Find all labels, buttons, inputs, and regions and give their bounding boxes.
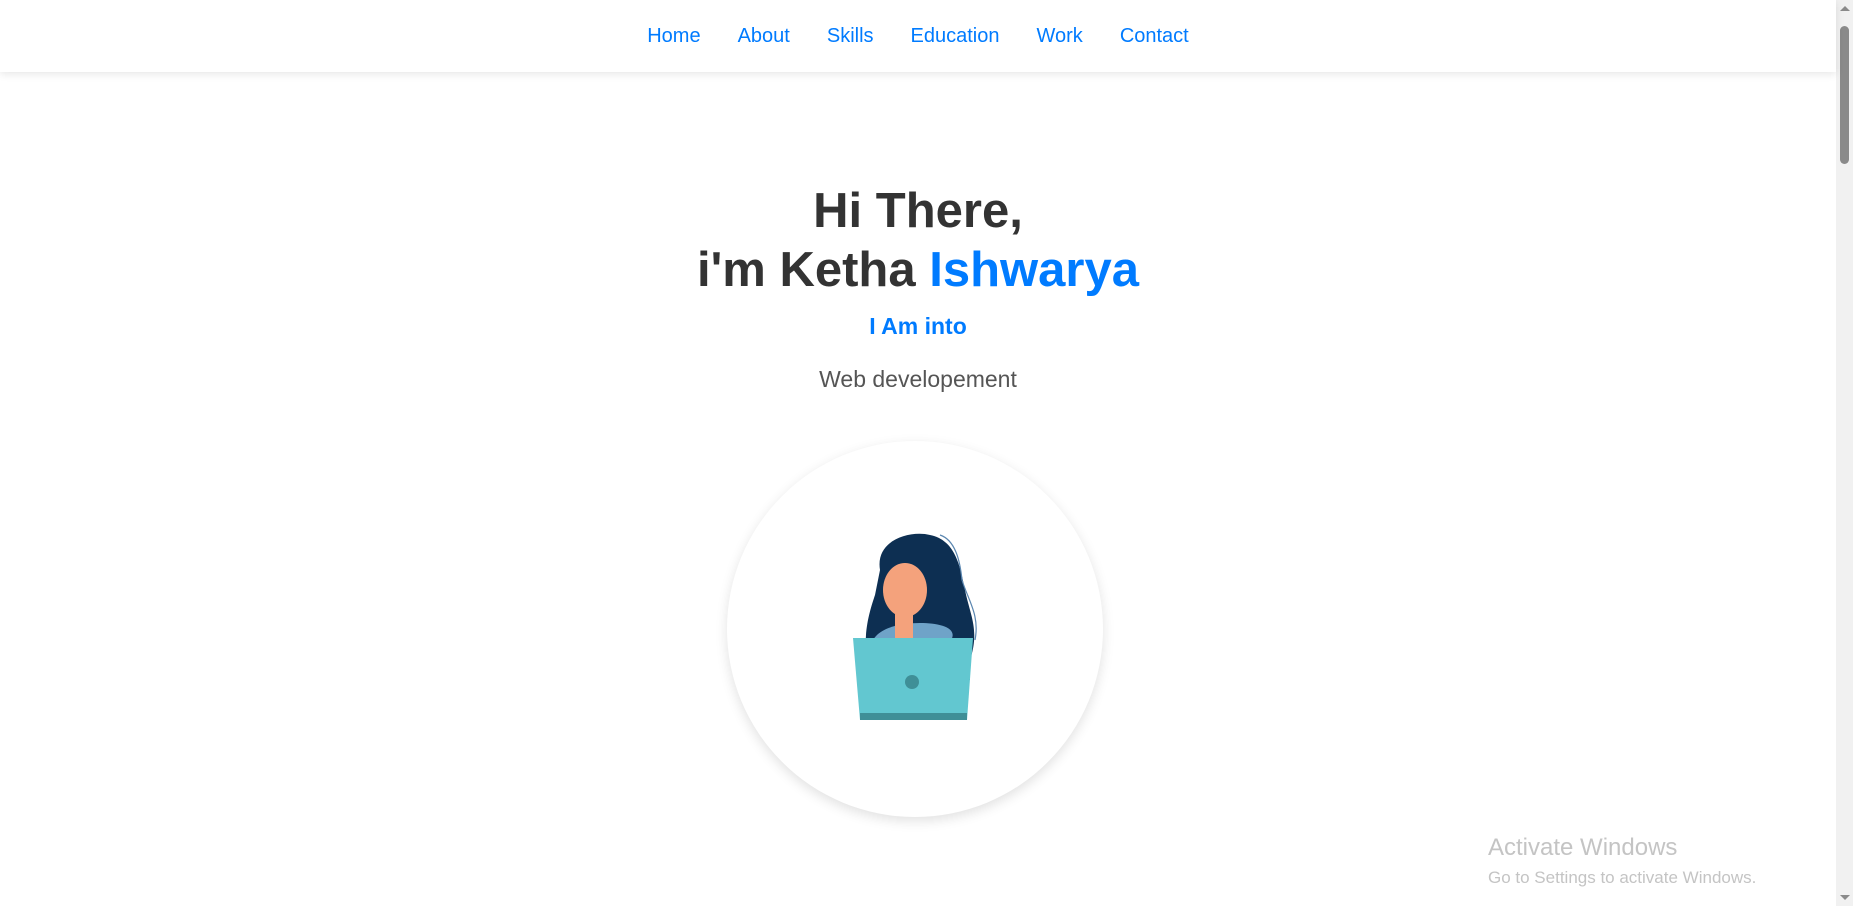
watermark-subtitle: Go to Settings to activate Windows. (1488, 868, 1757, 887)
hero-into-label: I Am into (869, 313, 967, 339)
nav-education[interactable]: Education (911, 25, 1000, 48)
scroll-down-arrow-icon[interactable] (1840, 895, 1850, 900)
nav-contact[interactable]: Contact (1120, 25, 1189, 48)
top-navbar: Home About Skills Education Work Contact (0, 0, 1836, 72)
hero-greeting: Hi There, (813, 184, 1023, 238)
nav-work[interactable]: Work (1037, 25, 1083, 48)
windows-activation-watermark: Activate Windows Go to Settings to activ… (1488, 834, 1756, 888)
hero-intro: i'm Ketha Ishwarya (0, 246, 1836, 295)
hero-name: Ishwarya (929, 243, 1139, 297)
watermark-title: Activate Windows (1488, 834, 1678, 861)
scrollbar-thumb[interactable] (1840, 26, 1849, 164)
nav-home[interactable]: Home (647, 25, 700, 48)
nav-about[interactable]: About (738, 25, 790, 48)
vertical-scrollbar[interactable] (1836, 0, 1853, 906)
scroll-up-arrow-icon[interactable] (1840, 6, 1850, 11)
woman-laptop-illustration (853, 533, 977, 720)
face (883, 563, 927, 617)
laptop-logo (905, 675, 919, 689)
nav-skills[interactable]: Skills (827, 25, 874, 48)
intro-text: i'm Ketha (697, 243, 930, 297)
hero-role: Web developement (819, 366, 1017, 392)
